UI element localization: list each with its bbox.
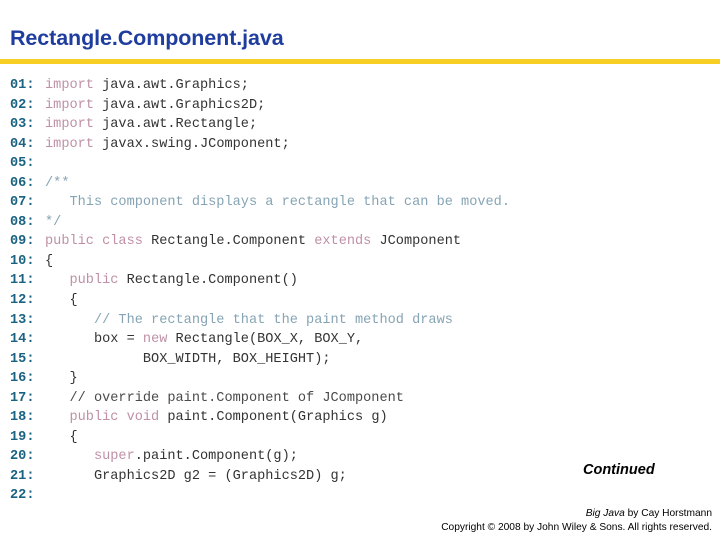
code-line-number: 13:: [10, 312, 35, 328]
code-line: 07: This component displays a rectangle …: [0, 193, 720, 213]
code-line: 16: }: [0, 369, 720, 389]
code-text: Rectangle(BOX_X, BOX_Y,: [167, 332, 364, 348]
code-line: 09: public class Rectangle.Component exte…: [0, 232, 720, 252]
code-text: {: [45, 253, 54, 269]
footer: Big Java by Cay Horstmann Copyright © 20…: [441, 507, 712, 534]
code-comment: */: [45, 214, 62, 230]
code-text: {: [45, 429, 78, 445]
code-line: 10: {: [0, 252, 720, 272]
code-line-number: 12:: [10, 293, 35, 309]
code-keyword: public: [45, 273, 119, 289]
code-line-number: 05:: [10, 156, 35, 172]
code-keyword: import: [45, 97, 94, 113]
code-line-number: 09:: [10, 234, 35, 250]
code-line: 17: // override paint.Component of JComp…: [0, 389, 720, 409]
code-text: java.awt.Rectangle;: [93, 117, 258, 133]
code-line: 08: */: [0, 213, 720, 233]
code-line-number: 22:: [10, 488, 35, 504]
code-text: Rectangle.Component(): [118, 273, 298, 289]
code-text: }: [45, 371, 78, 387]
code-text: Rectangle.Component: [142, 234, 315, 250]
code-keyword: public void: [45, 410, 160, 426]
footer-book-title: Big Java: [585, 508, 625, 519]
code-line-number: 21:: [10, 468, 35, 484]
page-title: Rectangle.Component.java: [10, 26, 284, 50]
code-text: BOX_WIDTH, BOX_HEIGHT);: [45, 351, 331, 367]
code-line: 02: import java.awt.Graphics2D;: [0, 96, 720, 116]
code-keyword: public class: [45, 234, 143, 250]
code-text: {: [45, 293, 78, 309]
code-line: 11: public Rectangle.Component(): [0, 271, 720, 291]
code-listing: 01: import java.awt.Graphics; 02: import ja…: [0, 76, 720, 506]
code-text: java.awt.Graphics2D;: [93, 97, 266, 113]
code-keyword: import: [45, 117, 94, 133]
code-line: 15: BOX_WIDTH, BOX_HEIGHT);: [0, 350, 720, 370]
code-line-number: 18:: [10, 410, 35, 426]
code-line: 19: {: [0, 428, 720, 448]
code-line-number: 11:: [10, 273, 35, 289]
code-keyword: import: [45, 78, 94, 93]
code-line-number: 04:: [10, 136, 35, 152]
code-line: 04: import javax.swing.JComponent;: [0, 135, 720, 155]
code-line-number: 19:: [10, 429, 35, 445]
code-line: 22:: [0, 486, 720, 506]
code-line-number: 03:: [10, 117, 35, 133]
code-text: box =: [45, 332, 143, 348]
code-line: 14: box = new Rectangle(BOX_X, BOX_Y,: [0, 330, 720, 350]
code-keyword: new: [142, 332, 168, 348]
code-line-number: 07:: [10, 195, 35, 211]
code-line: 18: public void paint.Component(Graphics…: [0, 408, 720, 428]
code-line-number: 15:: [10, 351, 35, 367]
code-line: 06: /**: [0, 174, 720, 194]
code-line: 01: import java.awt.Graphics;: [0, 76, 720, 96]
code-text: paint.Component(Graphics g): [159, 410, 388, 426]
code-keyword: super: [45, 449, 135, 465]
code-line-number: 20:: [10, 449, 35, 465]
code-line-number: 14:: [10, 332, 35, 348]
code-comment: This component displays a rectangle that…: [45, 195, 510, 211]
code-text: Graphics2D g2 = (Graphics2D) g;: [45, 468, 347, 484]
code-line-number: 08:: [10, 214, 35, 230]
footer-copyright-line: Copyright © 2008 by John Wiley & Sons. A…: [441, 521, 712, 533]
continued-label: Continued: [583, 462, 655, 478]
code-comment: // The rectangle that the paint method d…: [45, 312, 453, 328]
footer-attribution-line: Big Java by Cay Horstmann: [441, 507, 712, 521]
title-divider-rule: [0, 59, 720, 64]
code-line: 12: {: [0, 291, 720, 311]
code-text: java.awt.Graphics;: [93, 78, 249, 93]
footer-byline: by Cay Horstmann: [624, 508, 712, 519]
code-line-number: 17:: [10, 390, 35, 406]
code-line-number: 10:: [10, 253, 35, 269]
code-line-number: 02:: [10, 97, 35, 113]
code-text: .paint.Component(g);: [134, 449, 298, 465]
code-comment: // override paint.Component of JComponen…: [45, 390, 404, 406]
code-line-number: 06:: [10, 175, 35, 191]
code-keyword: import: [45, 136, 94, 152]
code-keyword: extends: [314, 234, 372, 250]
code-line: 13: // The rectangle that the paint meth…: [0, 311, 720, 331]
code-text: javax.swing.JComponent;: [93, 136, 290, 152]
code-line: 05:: [0, 154, 720, 174]
code-line-number: 01:: [10, 78, 35, 93]
code-text: JComponent: [371, 234, 462, 250]
code-line: 03: import java.awt.Rectangle;: [0, 115, 720, 135]
code-line-number: 16:: [10, 371, 35, 387]
code-comment: /**: [45, 175, 70, 191]
